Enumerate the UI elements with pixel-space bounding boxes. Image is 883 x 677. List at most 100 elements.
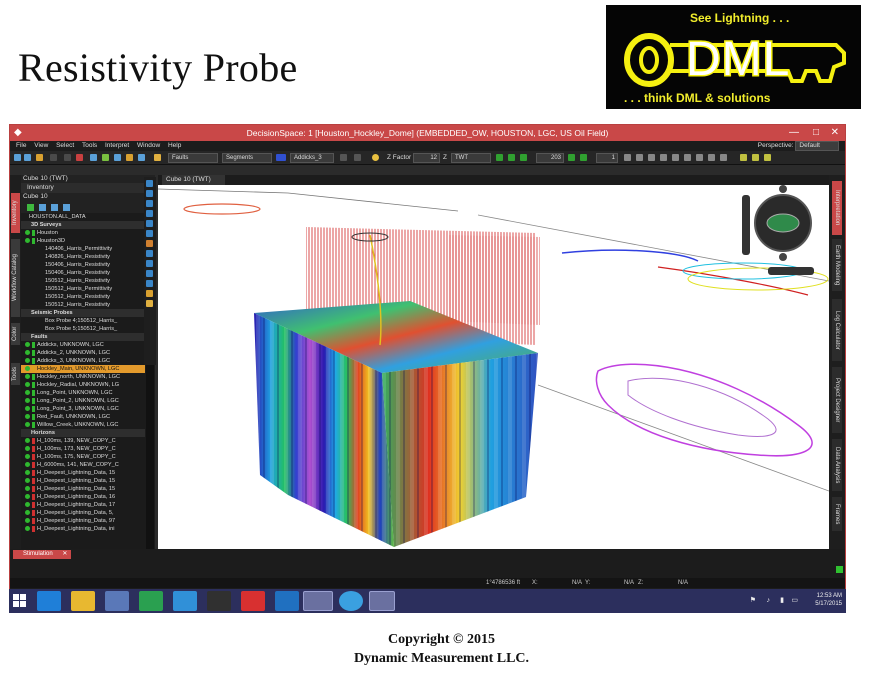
collapse-icon[interactable]	[51, 204, 58, 211]
visibility-toggle-icon[interactable]	[25, 494, 30, 499]
tree-section-header[interactable]: Seismic Probes	[21, 309, 145, 317]
tree-item[interactable]: Addicks_3, UNKNOWN, LGC	[21, 357, 145, 365]
measure-tool-icon[interactable]	[146, 220, 153, 227]
tree-item[interactable]: H_100ms, 175, NEW_COPY_C	[21, 453, 145, 461]
well-tool-icon[interactable]	[146, 280, 153, 287]
add-item-icon[interactable]	[27, 204, 34, 211]
tree-item[interactable]: 150406_Harris_Resistivity	[21, 261, 145, 269]
sync-icon[interactable]	[339, 591, 363, 611]
save-icon[interactable]	[50, 154, 57, 161]
decisionspace-icon[interactable]	[303, 591, 333, 611]
visibility-toggle-icon[interactable]	[25, 526, 30, 531]
redo-icon[interactable]	[354, 154, 361, 161]
mail-icon[interactable]	[173, 591, 197, 611]
visibility-toggle-icon[interactable]	[25, 502, 30, 507]
tree-item[interactable]: H_Deepest_Lightning_Data, 15	[21, 477, 145, 485]
tree-item[interactable]: 150512_Harris_Resistivity	[21, 301, 145, 309]
fault-tool-icon[interactable]	[146, 270, 153, 277]
pointer-icon[interactable]	[90, 154, 97, 161]
menu-view[interactable]: View	[34, 142, 48, 149]
undo-icon[interactable]	[340, 154, 347, 161]
visibility-toggle-icon[interactable]	[25, 510, 30, 515]
tab-log-calculator[interactable]: Log Calculator	[832, 299, 842, 361]
layer-icon[interactable]	[114, 154, 121, 161]
volume-icon[interactable]: ♪	[767, 597, 771, 605]
layout-icon[interactable]	[752, 154, 759, 161]
tree-item[interactable]: H_100ms, 139, NEW_COPY_C	[21, 437, 145, 445]
tree-item[interactable]: 150406_Harris_Resistivity	[21, 269, 145, 277]
tree-item[interactable]: 150512_Harris_Permittivity	[21, 285, 145, 293]
viewer-tab[interactable]: Cube 10 (TWT)	[162, 175, 225, 185]
menu-file[interactable]: File	[16, 142, 26, 149]
tree-item[interactable]: H_Deepest_Lightning_Data, 15	[21, 469, 145, 477]
tree-item[interactable]: H_Deepest_Lightning_Data, 16	[21, 493, 145, 501]
menu-window[interactable]: Window	[137, 142, 160, 149]
pan-icon[interactable]	[636, 154, 643, 161]
3d-scene[interactable]	[158, 175, 829, 549]
tree-item[interactable]: Hockley_Radial, UNKNOWN, LG	[21, 381, 145, 389]
horizon-tool-icon[interactable]	[146, 260, 153, 267]
tree-item[interactable]: Long_Point_3, UNKNOWN, LGC	[21, 405, 145, 413]
tree-item[interactable]: 150512_Harris_Resistivity	[21, 277, 145, 285]
layer-tool-icon[interactable]	[146, 250, 153, 257]
home-icon[interactable]	[105, 591, 129, 611]
visibility-toggle-icon[interactable]	[25, 390, 30, 395]
delete-icon[interactable]	[76, 154, 83, 161]
navigation-widget[interactable]	[742, 185, 814, 275]
remote-desktop-icon[interactable]	[275, 591, 299, 611]
display-icon[interactable]	[764, 154, 771, 161]
pencil-tool-icon[interactable]	[146, 300, 153, 307]
tab-data-analysis[interactable]: Data Analysis	[832, 439, 842, 491]
flag-icon[interactable]: ⚑	[750, 597, 756, 605]
tree-item[interactable]: Houston	[21, 229, 145, 237]
visibility-toggle-icon[interactable]	[25, 230, 30, 235]
visibility-toggle-icon[interactable]	[25, 358, 30, 363]
tree-item[interactable]: Long_Point_2, UNKNOWN, LGC	[21, 397, 145, 405]
visibility-toggle-icon[interactable]	[25, 398, 30, 403]
tree-item[interactable]: Houston3D	[21, 237, 145, 245]
menu-tools[interactable]: Tools	[82, 142, 97, 149]
step-input[interactable]: 1	[596, 153, 618, 163]
ie-icon[interactable]	[37, 591, 61, 611]
probe-tool-icon[interactable]	[146, 230, 153, 237]
tree-item[interactable]: Addicks_2, UNKNOWN, LGC	[21, 349, 145, 357]
first-icon[interactable]	[496, 154, 503, 161]
light-icon[interactable]	[372, 154, 379, 161]
tab-frames[interactable]: Frames	[832, 497, 842, 531]
visibility-toggle-icon[interactable]	[25, 446, 30, 451]
3d-viewer[interactable]	[158, 175, 829, 549]
open-icon[interactable]	[24, 154, 31, 161]
note-tool-icon[interactable]	[146, 290, 153, 297]
cloud-app-icon[interactable]	[241, 591, 265, 611]
front-view-icon[interactable]	[708, 154, 715, 161]
pencil-icon[interactable]	[154, 154, 161, 161]
tree-item[interactable]: Hockley_north, UNKNOWN, LGC	[21, 373, 145, 381]
segments-select[interactable]: Segments	[222, 153, 272, 163]
visibility-toggle-icon[interactable]	[25, 414, 30, 419]
snapshot-icon[interactable]	[720, 154, 727, 161]
battery-icon[interactable]: ▭	[791, 597, 798, 605]
tree-section-header[interactable]: Faults	[21, 333, 145, 341]
tab-color[interactable]: Color	[11, 323, 20, 345]
close-tab-icon[interactable]: ✕	[62, 551, 67, 557]
tree-item[interactable]: Box Probe 4;150512_Harris_	[21, 317, 145, 325]
store-icon[interactable]	[139, 591, 163, 611]
visibility-toggle-icon[interactable]	[25, 454, 30, 459]
visibility-toggle-icon[interactable]	[25, 366, 30, 371]
tree-item[interactable]: 140406_Harris_Permittivity	[21, 245, 145, 253]
tab-workflow-catalog[interactable]: Workflow Catalog	[11, 239, 20, 317]
step-forward-icon[interactable]	[568, 154, 575, 161]
faults-select[interactable]: Faults	[168, 153, 218, 163]
tree-item[interactable]: H_Deepest_Lightning_Data, 17	[21, 501, 145, 509]
tree-item[interactable]: Long_Point, UNKNOWN, LGC	[21, 389, 145, 397]
pick-tool-icon[interactable]	[146, 190, 153, 197]
previous-icon[interactable]	[508, 154, 515, 161]
tree-item[interactable]: Box Probe 5;150512_Harris_	[21, 325, 145, 333]
close-button[interactable]: ✕	[831, 125, 839, 140]
stimulation-tab[interactable]: Stimulation ✕	[13, 550, 72, 559]
visibility-toggle-icon[interactable]	[25, 382, 30, 387]
draw-tool-icon[interactable]	[146, 200, 153, 207]
tree-item[interactable]: H_6000ms, 141, NEW_COPY_C	[21, 461, 145, 469]
edit-tool-icon[interactable]	[146, 210, 153, 217]
fit-icon[interactable]	[672, 154, 679, 161]
